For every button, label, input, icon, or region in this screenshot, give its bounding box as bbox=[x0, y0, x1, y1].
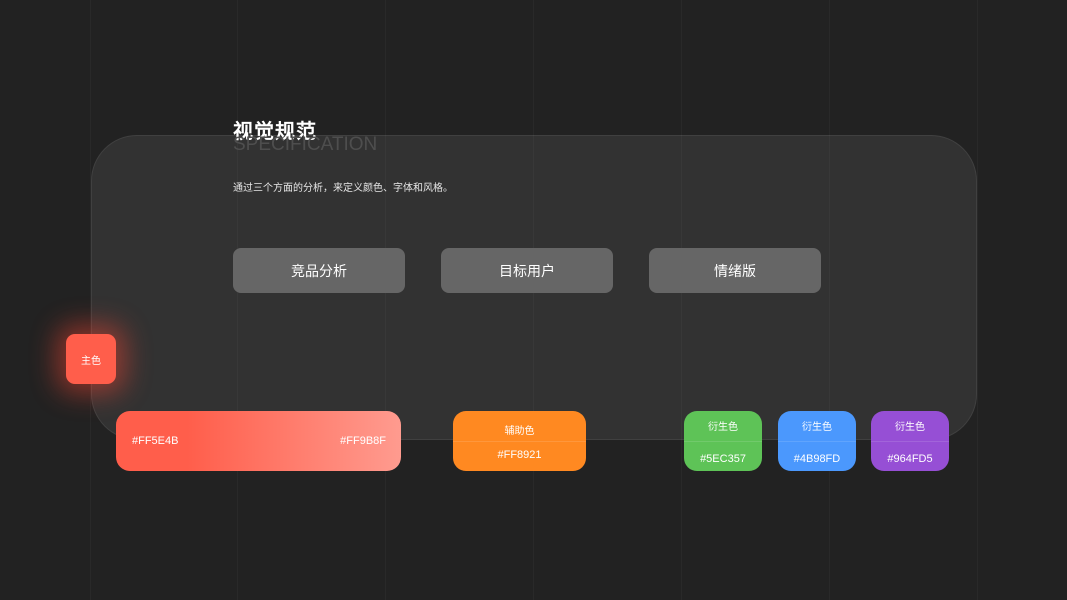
swatch-divider bbox=[453, 441, 586, 442]
primary-hex-start: #FF5E4B bbox=[132, 435, 179, 447]
swatch-divider bbox=[684, 441, 762, 442]
primary-color-tag: 主色 bbox=[66, 334, 116, 384]
derived-color-swatch-blue: 衍生色 #4B98FD bbox=[778, 411, 856, 471]
derived-color-hex: #964FD5 bbox=[887, 453, 933, 465]
page: 视觉规范 SPECIFICATION 通过三个方面的分析，来定义颜色、字体和风格… bbox=[0, 0, 1067, 600]
derived-color-swatch-green: 衍生色 #5EC357 bbox=[684, 411, 762, 471]
section-button-target-users[interactable]: 目标用户 bbox=[441, 248, 613, 293]
secondary-color-label: 辅助色 bbox=[504, 426, 535, 437]
derived-color-swatch-purple: 衍生色 #964FD5 bbox=[871, 411, 949, 471]
swatch-divider bbox=[871, 441, 949, 442]
secondary-color-hex: #FF8921 bbox=[497, 449, 542, 461]
derived-color-hex: #5EC357 bbox=[700, 453, 746, 465]
section-button-competitor-analysis[interactable]: 竞品分析 bbox=[233, 248, 405, 293]
primary-color-swatch: #FF5E4B #FF9B8F bbox=[116, 411, 401, 471]
derived-color-label: 衍生色 bbox=[802, 422, 832, 433]
derived-color-label: 衍生色 bbox=[895, 422, 925, 433]
secondary-color-swatch: 辅助色 #FF8921 bbox=[453, 411, 586, 471]
section-button-moodboard[interactable]: 情绪版 bbox=[649, 248, 821, 293]
page-subtitle: SPECIFICATION bbox=[233, 134, 378, 155]
guide-line bbox=[977, 0, 978, 600]
derived-color-hex: #4B98FD bbox=[793, 453, 841, 465]
page-description: 通过三个方面的分析，来定义颜色、字体和风格。 bbox=[233, 183, 453, 194]
primary-hex-end: #FF9B8F bbox=[340, 435, 386, 447]
swatch-divider bbox=[778, 441, 856, 442]
derived-color-label: 衍生色 bbox=[708, 422, 738, 433]
